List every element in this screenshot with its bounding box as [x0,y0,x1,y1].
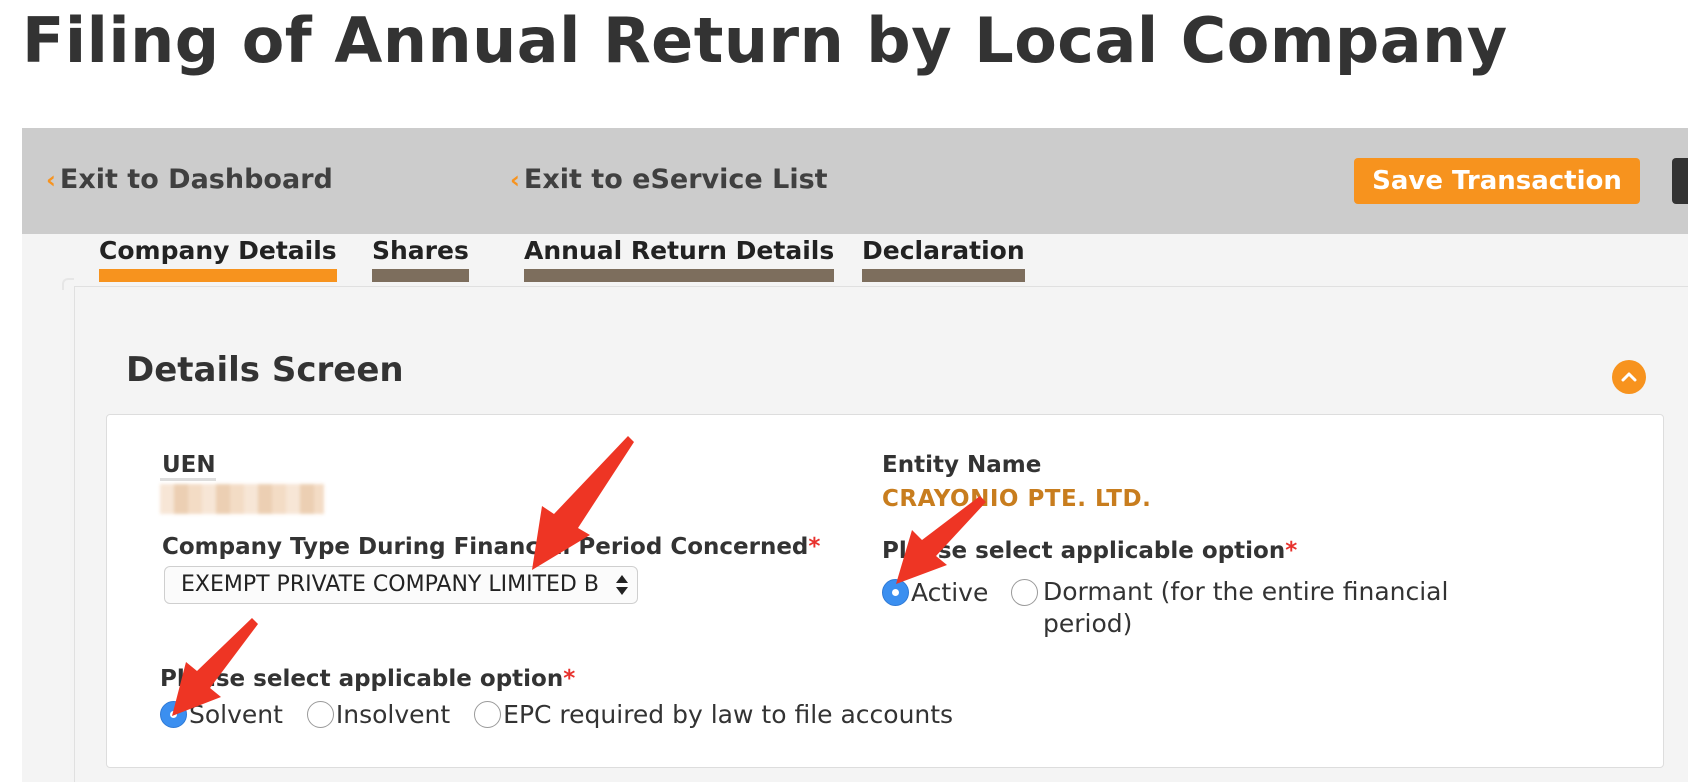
uen-divider [160,478,216,481]
toolbar: ‹ Exit to Dashboard ‹ Exit to eService Lis… [22,128,1688,234]
solvent-radio[interactable] [160,700,187,728]
company-type-selected-value: EXEMPT PRIVATE COMPANY LIMITED B [181,572,599,597]
chevron-left-icon: ‹ [510,166,520,194]
tab-indicator [524,269,835,282]
tab-shares[interactable]: Shares [372,236,469,282]
tab-declaration[interactable]: Declaration [862,236,1025,282]
epc-radio[interactable] [474,700,502,728]
required-mark: * [563,666,576,692]
toolbar-secondary-button[interactable] [1672,158,1688,204]
uen-label: UEN [162,452,216,478]
exit-to-eservice-label: Exit to eService List [523,164,828,195]
company-type-label-text: Company Type During Financial Period Con… [162,534,809,560]
exit-to-dashboard-label: Exit to Dashboard [59,164,333,195]
epc-radio-label: EPC required by law to file accounts [503,699,954,729]
required-mark: * [1285,538,1298,564]
save-transaction-button[interactable]: Save Transaction [1354,158,1640,204]
panel-corner [62,278,74,290]
tab-annual-return-details[interactable]: Annual Return Details [524,236,835,282]
tab-company-details[interactable]: Company Details [99,236,337,282]
entity-name-value: CRAYONIO PTE. LTD. [882,486,1152,512]
exit-to-dashboard-link[interactable]: ‹ Exit to Dashboard [46,164,333,195]
solvency-option-label-text: Please select applicable option [160,666,564,692]
company-type-label: Company Type During Financial Period Con… [162,534,820,560]
tab-label: Annual Return Details [524,236,835,265]
dormant-radio[interactable] [1011,579,1038,606]
solvent-radio-label: Solvent [189,699,283,729]
status-radio-group: Active [882,576,1004,607]
page-title: Filing of Annual Return by Local Company [22,4,1508,77]
tab-label: Shares [372,236,469,265]
tab-label: Company Details [99,236,337,265]
dormant-radio-label: Dormant (for the entire financial period… [1043,577,1449,638]
tab-indicator [372,269,469,282]
chevron-left-icon: ‹ [46,166,56,194]
section-title: Details Screen [126,350,404,390]
tab-indicator [99,269,337,282]
uen-value-redacted [160,484,324,514]
insolvent-radio-label: Insolvent [335,699,451,729]
exit-to-eservice-link[interactable]: ‹ Exit to eService List [510,164,828,195]
active-radio[interactable] [882,578,909,606]
entity-name-label: Entity Name [882,452,1042,478]
tab-indicator [862,269,1025,282]
solvency-radio-group: Solvent Insolvent EPC required by law to… [160,698,969,729]
required-mark: * [808,534,821,560]
status-option-label-text: Please select applicable option [882,538,1286,564]
chevron-up-icon [1621,372,1637,382]
collapse-button[interactable] [1612,360,1646,394]
tab-label: Declaration [862,236,1025,265]
status-option-label: Please select applicable option* [882,538,1297,564]
active-radio-label: Active [911,577,989,607]
insolvent-radio[interactable] [306,700,334,728]
company-type-select[interactable]: EXEMPT PRIVATE COMPANY LIMITED B [164,566,638,604]
solvency-option-label: Please select applicable option* [160,666,575,692]
select-arrows-icon [616,575,628,595]
